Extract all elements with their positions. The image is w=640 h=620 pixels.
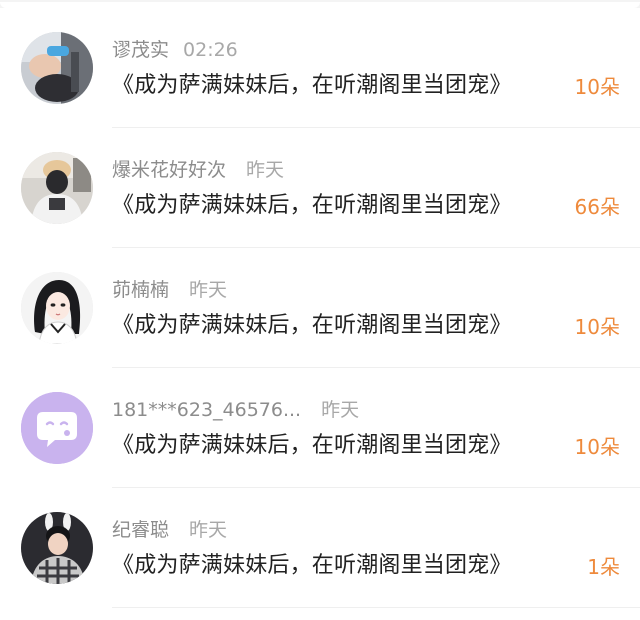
list-item[interactable]: 爆米花好好次 昨天 《成为萨满妹妹后，在听潮阁里当团宠》 66朵: [0, 128, 640, 248]
sender-name[interactable]: 爆米花好好次: [112, 159, 226, 181]
gift-count: 66朵: [574, 195, 620, 219]
timestamp: 昨天: [189, 519, 228, 541]
list-item[interactable]: 谬茂实 02:26 《成为萨满妹妹后，在听潮阁里当团宠》 10朵: [0, 8, 640, 128]
sender-line: 茆楠楠 昨天: [112, 279, 227, 301]
timestamp: 昨天: [189, 279, 228, 301]
book-title[interactable]: 《成为萨满妹妹后，在听潮阁里当团宠》: [112, 432, 512, 460]
timestamp: 昨天: [246, 159, 285, 181]
chat-bubble-avatar-icon[interactable]: [21, 392, 93, 464]
book-title[interactable]: 《成为萨满妹妹后，在听潮阁里当团宠》: [112, 552, 512, 580]
anime-girl-avatar-icon[interactable]: [21, 272, 93, 344]
gift-count: 10朵: [574, 315, 620, 339]
list-item[interactable]: 181***623_46576... 昨天 《成为萨满妹妹后，在听潮阁里当团宠》 …: [0, 368, 640, 488]
book-title[interactable]: 《成为萨满妹妹后，在听潮阁里当团宠》: [112, 192, 512, 220]
list-item[interactable]: 纪睿聪 昨天 《成为萨满妹妹后，在听潮阁里当团宠》 1朵: [0, 488, 640, 608]
photo-avatar-icon[interactable]: [21, 512, 93, 584]
gift-count: 10朵: [574, 75, 620, 99]
sender-line: 谬茂实 02:26: [112, 39, 238, 61]
sender-name[interactable]: 181***623_46576...: [112, 399, 301, 421]
timestamp: 昨天: [321, 399, 360, 421]
sender-name[interactable]: 谬茂实: [112, 39, 169, 61]
gift-count: 10朵: [574, 435, 620, 459]
book-title[interactable]: 《成为萨满妹妹后，在听潮阁里当团宠》: [112, 72, 512, 100]
photo-avatar-icon[interactable]: [21, 32, 93, 104]
timestamp: 02:26: [183, 39, 238, 61]
book-title[interactable]: 《成为萨满妹妹后，在听潮阁里当团宠》: [112, 312, 512, 340]
list-item[interactable]: 茆楠楠 昨天 《成为萨满妹妹后，在听潮阁里当团宠》 10朵: [0, 248, 640, 368]
top-edge: [0, 0, 640, 8]
photo-avatar-icon[interactable]: [21, 152, 93, 224]
sender-line: 爆米花好好次 昨天: [112, 159, 284, 181]
sender-line: 纪睿聪 昨天: [112, 519, 227, 541]
sender-line: 181***623_46576... 昨天: [112, 399, 359, 421]
divider: [112, 607, 640, 608]
sender-name[interactable]: 茆楠楠: [112, 279, 169, 301]
gift-count: 1朵: [587, 555, 620, 579]
sender-name[interactable]: 纪睿聪: [112, 519, 169, 541]
